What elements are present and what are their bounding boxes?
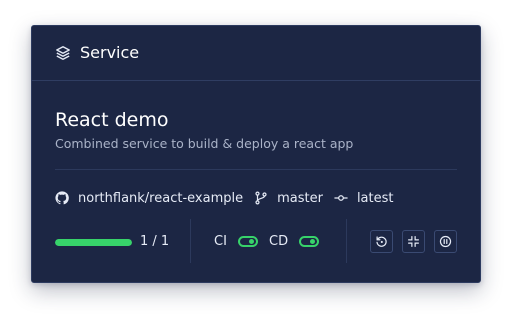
git-branch-icon: [255, 191, 267, 205]
service-description: Combined service to build & deploy a rea…: [55, 136, 354, 151]
restart-button[interactable]: [370, 230, 393, 253]
layers-icon: [56, 46, 70, 60]
repo-link[interactable]: northflank/react-example: [78, 191, 243, 206]
github-icon: [55, 191, 69, 205]
toggle-knob: [310, 239, 315, 244]
commit-label[interactable]: latest: [357, 191, 394, 206]
instances-progress-bar: [55, 239, 132, 246]
repo-info-row: northflank/react-example master latest: [55, 189, 393, 207]
restart-icon: [376, 236, 387, 247]
card-header: Service: [32, 26, 480, 81]
instances-progress-fill: [55, 239, 132, 246]
ci-label: CI: [214, 234, 227, 249]
scale-button[interactable]: [402, 230, 425, 253]
divider: [190, 219, 191, 263]
divider: [346, 219, 347, 263]
cd-toggle[interactable]: [299, 236, 319, 247]
service-card: Service React demo Combined service to b…: [31, 25, 481, 283]
card-title: Service: [80, 43, 140, 62]
cd-label: CD: [269, 234, 289, 249]
pause-icon: [439, 235, 452, 248]
toggle-knob: [249, 239, 254, 244]
status-row: 1 / 1 CI CD: [32, 219, 480, 267]
service-name[interactable]: React demo: [55, 108, 169, 132]
ci-toggle[interactable]: [238, 236, 258, 247]
pause-button[interactable]: [434, 230, 457, 253]
scale-icon: [408, 236, 419, 247]
git-commit-icon: [334, 195, 348, 201]
branch-name[interactable]: master: [277, 191, 323, 206]
instances-count: 1 / 1: [140, 234, 170, 249]
divider: [55, 169, 457, 170]
